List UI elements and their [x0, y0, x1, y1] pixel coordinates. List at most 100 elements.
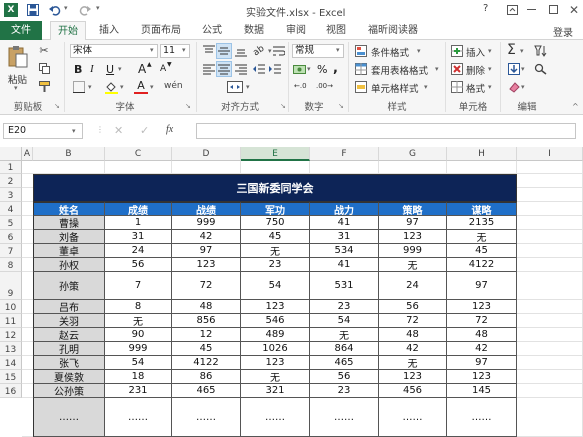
decrease-indent-icon[interactable]	[252, 62, 266, 76]
number-format-dropdown-icon[interactable]: ▾	[336, 46, 340, 54]
insert-cells-icon[interactable]	[450, 44, 464, 58]
percent-button[interactable]: %	[317, 63, 327, 76]
copy-icon[interactable]	[38, 62, 50, 74]
underline-button[interactable]: U	[106, 63, 114, 76]
column-header-c[interactable]: C	[105, 147, 172, 161]
delete-cells-icon[interactable]	[450, 62, 464, 76]
save-icon[interactable]	[26, 3, 40, 17]
orientation-icon[interactable]: ab	[249, 41, 268, 60]
close-icon[interactable]: ✕	[567, 3, 581, 17]
increase-decimal-icon[interactable]: ←.0	[294, 82, 307, 90]
minimize-icon[interactable]	[527, 9, 536, 10]
accounting-dropdown-icon[interactable]: ▾	[307, 65, 311, 73]
font-size-dropdown-icon[interactable]: ▾	[182, 46, 186, 54]
font-name-dropdown-icon[interactable]: ▾	[150, 46, 154, 54]
sort-filter-icon[interactable]	[533, 44, 549, 58]
tab-data[interactable]: 数据	[238, 21, 270, 40]
align-left-icon[interactable]	[202, 62, 216, 76]
row-header-13[interactable]: 13	[0, 342, 22, 356]
row-header-5[interactable]: 5	[0, 216, 22, 230]
clear-icon[interactable]	[507, 80, 521, 94]
column-header-a[interactable]: A	[22, 147, 33, 161]
column-header-b[interactable]: B	[33, 147, 105, 161]
number-launcher-icon[interactable]: ↘	[338, 102, 344, 110]
phonetic-icon[interactable]: wén	[164, 81, 183, 91]
name-box[interactable]: E20	[3, 123, 83, 139]
font-color-dropdown-icon[interactable]: ▾	[150, 83, 154, 91]
ribbon-display-icon[interactable]	[505, 3, 519, 17]
qat-customize-icon[interactable]: ▾	[96, 4, 100, 12]
row-header-6[interactable]: 6	[0, 230, 22, 244]
cell-styles-dropdown-icon[interactable]: ▾	[424, 83, 428, 91]
alignment-launcher-icon[interactable]: ↘	[280, 102, 286, 110]
column-header-e[interactable]: E	[241, 147, 310, 161]
row-header-16[interactable]: 16	[0, 384, 22, 398]
merge-center-icon[interactable]	[226, 80, 244, 94]
row-header-2[interactable]: 2	[0, 174, 22, 188]
paste-icon[interactable]	[6, 44, 30, 70]
font-launcher-icon[interactable]: ↘	[185, 102, 191, 110]
redo-icon[interactable]	[78, 3, 92, 17]
column-header-f[interactable]: F	[310, 147, 379, 161]
delete-dropdown-icon[interactable]: ▾	[488, 65, 492, 73]
column-header-d[interactable]: D	[172, 147, 241, 161]
align-bottom-icon[interactable]	[234, 44, 248, 58]
confirm-entry-icon[interactable]: ✓	[140, 124, 149, 137]
tab-insert[interactable]: 插入	[92, 21, 126, 40]
row-header-14[interactable]: 14	[0, 356, 22, 370]
increase-indent-icon[interactable]	[268, 62, 282, 76]
fill-color-dropdown-icon[interactable]: ▾	[120, 83, 124, 91]
worksheet-grid[interactable]: A B C D E F G H I 1 2 3 4 5 6 7 8 9 10 11 12 13 14 15 16 三国新委同学会姓…	[0, 147, 583, 437]
name-box-dropdown-icon[interactable]: ▾	[72, 127, 76, 135]
tab-formulas[interactable]: 公式	[196, 21, 228, 40]
tab-home[interactable]: 开始	[50, 21, 86, 41]
align-middle-icon[interactable]	[216, 43, 232, 59]
tab-view[interactable]: 视图	[320, 21, 352, 40]
decrease-decimal-icon[interactable]: .00→	[316, 82, 333, 90]
tab-review[interactable]: 审阅	[280, 21, 312, 40]
conditional-format-dropdown-icon[interactable]: ▾	[417, 47, 421, 55]
row-header-8[interactable]: 8	[0, 258, 22, 272]
undo-dropdown-icon[interactable]: ▾	[64, 4, 68, 12]
select-all-corner[interactable]	[0, 147, 22, 161]
font-name-combo[interactable]: 宋体	[70, 44, 158, 58]
cell-styles-button[interactable]: 单元格样式	[371, 81, 419, 95]
comma-style-button[interactable]: ,	[333, 61, 338, 76]
tab-foxit-reader[interactable]: 福昕阅读器	[362, 21, 424, 40]
italic-button[interactable]: I	[90, 63, 94, 75]
row-header-4[interactable]: 4	[0, 202, 22, 216]
collapse-ribbon-icon[interactable]: ^	[572, 102, 579, 111]
clear-dropdown-icon[interactable]: ▾	[521, 83, 525, 91]
fill-color-icon[interactable]	[104, 80, 118, 94]
font-color-icon[interactable]: A	[134, 79, 148, 94]
insert-cells-button[interactable]: 插入	[466, 45, 485, 59]
orientation-dropdown-icon[interactable]: ▾	[268, 47, 272, 55]
bold-button[interactable]: B	[74, 63, 82, 76]
align-right-icon[interactable]	[234, 62, 248, 76]
row-header-7[interactable]: 7	[0, 244, 22, 258]
format-painter-icon[interactable]	[38, 80, 50, 92]
help-button[interactable]: ?	[483, 3, 488, 14]
format-cells-button[interactable]: 格式	[466, 81, 485, 95]
row-header-12[interactable]: 12	[0, 328, 22, 342]
row-header-9[interactable]: 9	[0, 272, 22, 300]
insert-dropdown-icon[interactable]: ▾	[488, 47, 492, 55]
clipboard-launcher-icon[interactable]: ↘	[54, 102, 60, 110]
column-header-g[interactable]: G	[379, 147, 447, 161]
conditional-format-icon[interactable]	[354, 44, 368, 58]
grow-font-button[interactable]: A	[138, 62, 146, 76]
row-header-15[interactable]: 15	[0, 370, 22, 384]
fill-dropdown-icon[interactable]: ▾	[521, 65, 525, 73]
tab-page-layout[interactable]: 页面布局	[134, 21, 188, 40]
cancel-entry-icon[interactable]: ✕	[114, 124, 123, 137]
column-header-i[interactable]: I	[517, 147, 583, 161]
format-cells-icon[interactable]	[450, 80, 464, 94]
shrink-font-button[interactable]: A	[160, 64, 166, 74]
format-as-table-dropdown-icon[interactable]: ▾	[435, 65, 439, 73]
wrap-text-icon[interactable]	[272, 44, 286, 58]
accounting-format-icon[interactable]	[292, 62, 306, 76]
merge-dropdown-icon[interactable]: ▾	[246, 83, 250, 91]
underline-dropdown-icon[interactable]: ▾	[118, 65, 122, 73]
borders-icon[interactable]	[72, 80, 86, 94]
row-header-11[interactable]: 11	[0, 314, 22, 328]
